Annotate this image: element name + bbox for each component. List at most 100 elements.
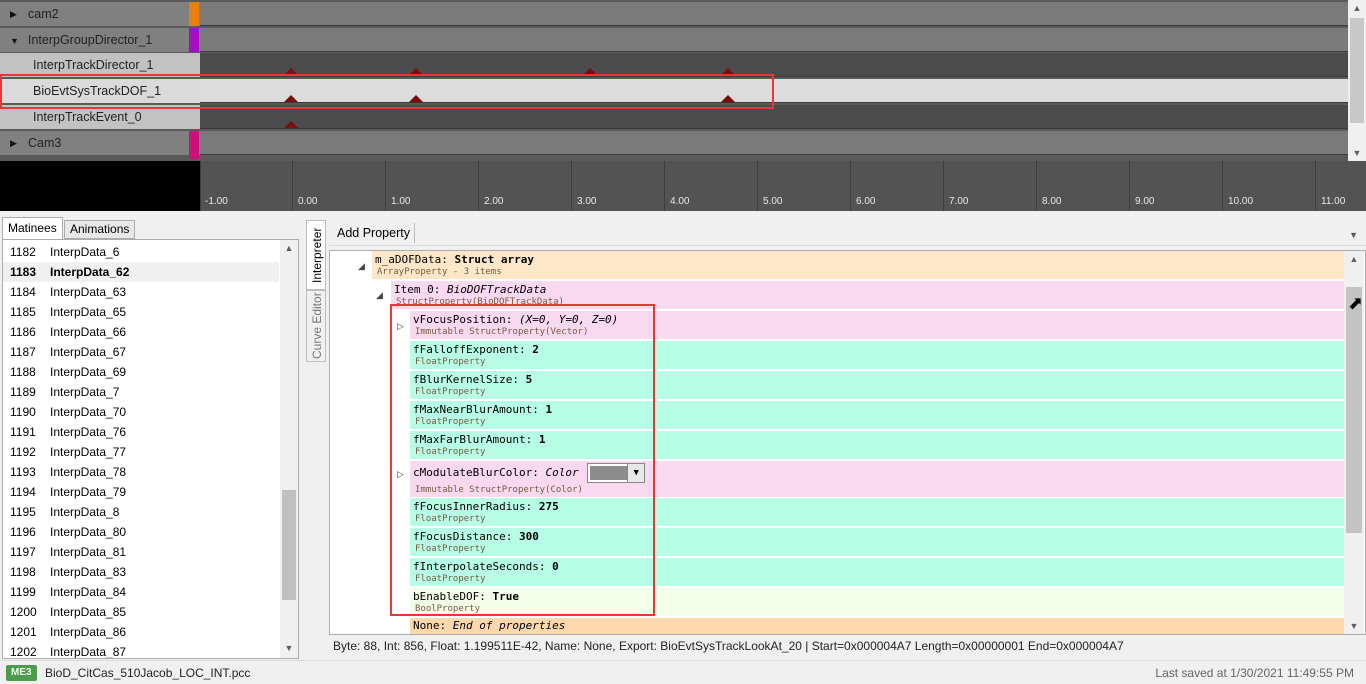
list-item[interactable]: 1182 InterpData_6: [3, 242, 279, 262]
list-item[interactable]: 1187 InterpData_67: [3, 342, 279, 362]
editor-tabs: Interpreter Curve Editor: [306, 220, 326, 365]
track-scrollbar[interactable]: ▲ ▼: [1348, 0, 1366, 161]
list-item[interactable]: 1197 InterpData_81: [3, 542, 279, 562]
toolbar-overflow-icon[interactable]: ▼: [1349, 230, 1358, 240]
scroll-down-icon[interactable]: ▼: [280, 640, 298, 656]
collapse-triangle-icon[interactable]: ◢: [376, 290, 383, 301]
list-item[interactable]: 1201 InterpData_86: [3, 622, 279, 642]
list-item-index: 1191: [10, 425, 36, 439]
collapse-arrow-icon[interactable]: ▼: [10, 29, 19, 53]
scrollbar-thumb[interactable]: [1350, 18, 1364, 123]
list-item-index: 1195: [10, 505, 36, 519]
track-label[interactable]: ▶ Cam3: [0, 131, 200, 159]
list-item[interactable]: 1186 InterpData_66: [3, 322, 279, 342]
scroll-up-icon[interactable]: ▲: [280, 240, 298, 256]
list-item-index: 1199: [10, 585, 36, 599]
list-item-name: InterpData_6: [50, 245, 120, 259]
list-item-name: InterpData_77: [50, 445, 127, 459]
file-name: BioD_CitCas_510Jacob_LOC_INT.pcc: [45, 666, 251, 680]
list-item[interactable]: 1184 InterpData_63: [3, 282, 279, 302]
list-item[interactable]: 1199 InterpData_84: [3, 582, 279, 602]
scroll-up-icon[interactable]: ▲: [1344, 251, 1364, 267]
tab-curve-editor[interactable]: Curve Editor: [306, 290, 326, 362]
tick-label: 2.00: [484, 196, 504, 207]
list-item-index: 1197: [10, 545, 36, 559]
scrollbar-thumb[interactable]: [282, 490, 296, 600]
list-item-index: 1200: [10, 605, 37, 619]
time-ruler[interactable]: -1.00 0.00 1.00 2.00 3.00 4.00 5.00 6.00…: [200, 161, 1366, 211]
track-label[interactable]: ▼ InterpGroupDirector_1: [0, 28, 200, 52]
list-item[interactable]: 1188 InterpData_69: [3, 362, 279, 382]
tab-animations[interactable]: Animations: [64, 220, 136, 239]
collapse-triangle-icon[interactable]: ◢: [358, 261, 365, 272]
track-lane[interactable]: [200, 2, 1348, 26]
track-label[interactable]: ▶ cam2: [0, 2, 200, 26]
property-row-m-adofdata[interactable]: m_aDOFData: Struct array ArrayProperty -…: [372, 251, 1344, 280]
tick-label: 10.00: [1228, 196, 1254, 207]
list-item-index: 1182: [10, 245, 36, 259]
tick-label: 5.00: [763, 196, 783, 207]
list-item[interactable]: 1198 InterpData_83: [3, 562, 279, 582]
list-item[interactable]: 1195 InterpData_8: [3, 502, 279, 522]
list-item[interactable]: 1190 InterpData_70: [3, 402, 279, 422]
track-list: ▶ cam2 ▼ InterpGroupDirector_1 InterpTra…: [0, 0, 1366, 161]
list-scrollbar[interactable]: ▲ ▼: [280, 240, 298, 658]
list-item[interactable]: 1185 InterpData_65: [3, 302, 279, 322]
tab-matinees[interactable]: Matinees: [2, 217, 63, 240]
tick-label: 3.00: [577, 196, 597, 207]
list-item[interactable]: 1196 InterpData_80: [3, 522, 279, 542]
list-item-index: 1193: [10, 465, 36, 479]
matinee-editor-window: ▶ cam2 ▼ InterpGroupDirector_1 InterpTra…: [0, 0, 1366, 684]
track-lane[interactable]: [200, 28, 1348, 52]
track-lane[interactable]: [200, 131, 1348, 155]
list-item-name: InterpData_83: [50, 565, 127, 579]
tick-label: 8.00: [1042, 196, 1062, 207]
expand-arrow-icon[interactable]: ▶: [10, 2, 17, 26]
list-item-name: InterpData_85: [50, 605, 127, 619]
tick-label: -1.00: [205, 196, 228, 207]
mouse-cursor-icon: ⬈: [1348, 293, 1364, 313]
list-item-index: 1184: [10, 285, 36, 299]
highlight-outline: [0, 74, 774, 109]
list-item-index: 1187: [10, 345, 36, 359]
scroll-down-icon[interactable]: ▼: [1344, 618, 1364, 634]
property-type: ArrayProperty - 3 items: [377, 267, 502, 277]
list-item[interactable]: 1189 InterpData_7: [3, 382, 279, 402]
property-row-none[interactable]: None: End of properties: [410, 618, 1344, 634]
list-item[interactable]: 1191 InterpData_76: [3, 422, 279, 442]
list-item-name: InterpData_66: [50, 325, 127, 339]
matinee-list[interactable]: 1182 InterpData_6 1183 InterpData_62 1184 Int…: [2, 239, 299, 659]
track-group-cam2[interactable]: ▶ cam2: [0, 2, 1348, 27]
track-name: cam2: [28, 7, 59, 21]
list-item[interactable]: 1202 InterpData_87: [3, 642, 279, 658]
last-saved-text: Last saved at 1/30/2021 11:49:55 PM: [1155, 666, 1354, 680]
matinee-panel: Matinees Animations 1182 InterpData_6 1183…: [0, 217, 300, 660]
list-item[interactable]: 1200 InterpData_85: [3, 602, 279, 622]
track-group-cam3[interactable]: ▶ Cam3: [0, 131, 1348, 159]
tab-interpreter[interactable]: Interpreter: [306, 220, 326, 290]
list-item-index: 1188: [10, 365, 36, 379]
scroll-up-icon[interactable]: ▲: [1348, 0, 1366, 16]
list-item-index: 1192: [10, 445, 36, 459]
scrollbar-thumb[interactable]: [1346, 287, 1362, 533]
list-item-index: 1190: [10, 405, 36, 419]
list-item-index: 1198: [10, 565, 36, 579]
scroll-down-icon[interactable]: ▼: [1348, 145, 1366, 161]
add-property-button[interactable]: Add Property: [333, 223, 415, 243]
expand-arrow-icon[interactable]: ▶: [10, 131, 17, 155]
list-item[interactable]: 1192 InterpData_77: [3, 442, 279, 462]
keyframe-marker[interactable]: [284, 121, 298, 128]
list-item-name: InterpData_63: [50, 285, 127, 299]
list-item[interactable]: 1183 InterpData_62: [3, 262, 279, 282]
list-item-index: 1194: [10, 485, 36, 499]
list-item[interactable]: 1194 InterpData_79: [3, 482, 279, 502]
list-item-index: 1186: [10, 325, 36, 339]
list-item[interactable]: 1193 InterpData_78: [3, 462, 279, 482]
list-item-name: InterpData_69: [50, 365, 127, 379]
tick-label: 9.00: [1135, 196, 1155, 207]
track-name: InterpGroupDirector_1: [28, 33, 153, 47]
list-item-index: 1189: [10, 385, 36, 399]
tick-label: 4.00: [670, 196, 690, 207]
list-item-name: InterpData_78: [50, 465, 127, 479]
track-group-director[interactable]: ▼ InterpGroupDirector_1: [0, 28, 1348, 53]
